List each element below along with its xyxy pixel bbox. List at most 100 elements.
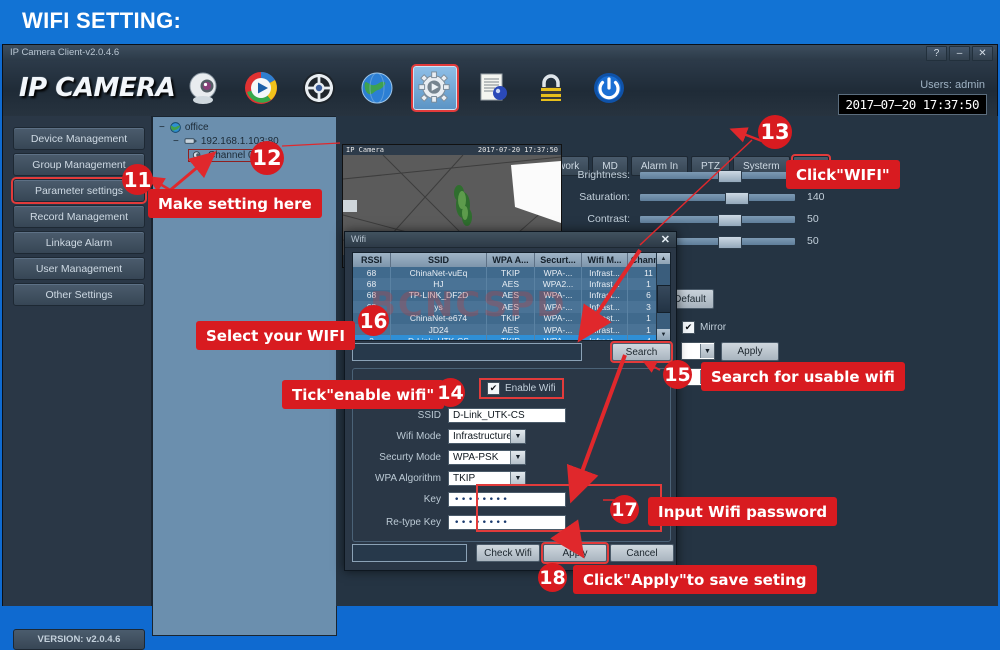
cell-ssid: HJ bbox=[391, 278, 487, 290]
table-row[interactable]: 68 ys AES WPA-... Infrast... 3 bbox=[353, 301, 670, 313]
wifi-table-scrollbar[interactable]: ▲ ▼ bbox=[656, 253, 670, 340]
badge-17: 17 bbox=[610, 495, 639, 524]
wpa-algorithm-select[interactable]: TKIP ▼ bbox=[448, 471, 526, 486]
ssid-input[interactable]: D-Link_UTK-CS bbox=[448, 408, 566, 423]
video-timestamp: 2017-07-20 17:37:50 bbox=[477, 146, 558, 154]
table-row-selected[interactable]: 2 D-Link_UTK-CS TKIP WPA-... Infrast... … bbox=[353, 335, 670, 340]
table-row[interactable]: 68 ChinaNet-vuEq TKIP WPA-... Infrast...… bbox=[353, 267, 670, 279]
color-select-1[interactable]: ▼ bbox=[681, 342, 715, 360]
sidebar-item-linkage-alarm[interactable]: Linkage Alarm bbox=[13, 231, 145, 254]
scrollbar-thumb[interactable] bbox=[657, 285, 670, 313]
security-mode-select[interactable]: WPA-PSK ▼ bbox=[448, 450, 526, 465]
apply-button-1[interactable]: Apply bbox=[721, 342, 779, 361]
saturation-label: Saturation: bbox=[579, 191, 630, 203]
enable-wifi-checkbox[interactable]: ✔ bbox=[487, 382, 500, 395]
globe-network-icon[interactable] bbox=[355, 66, 399, 110]
power-icon[interactable] bbox=[587, 66, 631, 110]
col-wpa: WPA A... bbox=[487, 253, 535, 267]
wifi-cancel-button[interactable]: Cancel bbox=[610, 544, 674, 562]
tree-node-office[interactable]: − office bbox=[159, 122, 209, 133]
wpa-algorithm-label: WPA Algorithm bbox=[375, 473, 441, 484]
tree-node-office-label: office bbox=[184, 122, 209, 133]
cell-security: WPA-... bbox=[535, 301, 582, 313]
minimize-button[interactable]: – bbox=[949, 46, 970, 61]
page-banner: WIFI SETTING: bbox=[0, 0, 1000, 44]
wifi-mode-select[interactable]: Infrastructure ▼ bbox=[448, 429, 526, 444]
playback-icon[interactable] bbox=[239, 66, 283, 110]
sidebar-item-user-management[interactable]: User Management bbox=[13, 257, 145, 280]
callout-click-apply-save: Click"Apply"to save seting bbox=[573, 565, 817, 594]
badge-16: 16 bbox=[358, 305, 389, 336]
contrast-slider[interactable] bbox=[640, 213, 795, 227]
wifi-search-row: Search bbox=[352, 341, 673, 363]
check-wifi-button[interactable]: Check Wifi bbox=[476, 544, 540, 562]
table-row[interactable]: 7 JD24 AES WPA-... Infrast... 1 bbox=[353, 323, 670, 336]
cell-rssi: 2 bbox=[353, 335, 391, 340]
contrast-row: Contrast: 50 bbox=[556, 213, 835, 227]
mirror-checkbox-row[interactable]: ✔ Mirror bbox=[682, 321, 726, 334]
cell-security: WPA2... bbox=[535, 278, 582, 290]
expand-collapse-icon[interactable]: − bbox=[159, 122, 165, 133]
key-label: Key bbox=[423, 494, 441, 505]
scroll-up-icon[interactable]: ▲ bbox=[657, 253, 670, 264]
ptz-wheel-icon[interactable] bbox=[297, 66, 341, 110]
table-row[interactable]: 68 TP-LINK_DF2D AES WPA-... Infrast... 6 bbox=[353, 289, 670, 302]
sidebar-item-device-management[interactable]: Device Management bbox=[13, 127, 145, 150]
badge-14: 14 bbox=[436, 378, 465, 407]
wifi-status-input[interactable] bbox=[352, 343, 582, 361]
wifi-apply-button[interactable]: Apply bbox=[541, 542, 609, 564]
retype-key-input[interactable]: •••••••• bbox=[448, 515, 566, 530]
mirror-checkbox[interactable]: ✔ bbox=[682, 321, 695, 334]
wifi-mode-row: Wifi Mode Infrastructure ▼ bbox=[353, 428, 526, 445]
brightness-thumb[interactable] bbox=[717, 169, 742, 183]
wifi-dialog-close-icon[interactable]: ✕ bbox=[661, 233, 670, 246]
help-button[interactable]: ? bbox=[926, 46, 947, 61]
brightness-slider[interactable] bbox=[640, 169, 795, 183]
wifi-footer-input[interactable] bbox=[352, 544, 467, 562]
search-button[interactable]: Search bbox=[610, 341, 673, 363]
cell-rssi: 68 bbox=[353, 278, 391, 290]
callout-select-your-wifi: Select your WIFI bbox=[196, 321, 355, 350]
badge-13: 13 bbox=[758, 115, 792, 149]
wifi-mode-value: Infrastructure bbox=[453, 431, 512, 442]
wifi-mode-label: Wifi Mode bbox=[396, 431, 441, 442]
chevron-down-icon[interactable]: ▼ bbox=[700, 344, 714, 358]
security-mode-label: Securty Mode bbox=[379, 452, 441, 463]
close-button[interactable]: ✕ bbox=[972, 46, 993, 61]
video-channel-label: IP Camera bbox=[346, 146, 384, 154]
lock-icon[interactable] bbox=[529, 66, 573, 110]
callout-make-setting-here: Make setting here bbox=[148, 189, 322, 218]
saturation-slider[interactable] bbox=[640, 191, 795, 205]
cell-security: WPA-... bbox=[535, 323, 582, 336]
chevron-down-icon[interactable]: ▼ bbox=[510, 430, 525, 443]
retype-key-label: Re-type Key bbox=[385, 517, 441, 528]
key-input[interactable]: •••••••• bbox=[448, 492, 566, 507]
saturation-row: Saturation: 140 bbox=[556, 191, 835, 205]
cell-security: WPA-... bbox=[535, 289, 582, 302]
chevron-down-icon[interactable]: ▼ bbox=[510, 472, 525, 485]
callout-click-wifi: Click"WIFI" bbox=[786, 160, 900, 189]
ssid-row: SSID D-Link_UTK-CS bbox=[353, 407, 566, 424]
expand-collapse-icon[interactable]: − bbox=[173, 136, 179, 147]
gear-settings-icon[interactable] bbox=[411, 64, 459, 112]
enable-wifi-row[interactable]: ✔ Enable Wifi bbox=[479, 378, 564, 399]
scroll-down-icon[interactable]: ▼ bbox=[657, 329, 670, 340]
wpa-algorithm-row: WPA Algorithm TKIP ▼ bbox=[353, 470, 526, 487]
cell-ssid: ChinaNet-e674 bbox=[391, 312, 487, 324]
camera-icon[interactable] bbox=[181, 66, 225, 110]
wifi-table-header: RSSI SSID WPA A... Securt... Wifi M... C… bbox=[353, 253, 670, 267]
sidebar-item-other-settings[interactable]: Other Settings bbox=[13, 283, 145, 306]
cell-wpa: TKIP bbox=[487, 335, 535, 340]
table-row[interactable]: 5 ChinaNet-e674 TKIP WPA-... Infrast... … bbox=[353, 312, 670, 324]
saturation-thumb[interactable] bbox=[725, 191, 750, 205]
sidebar-item-record-management[interactable]: Record Management bbox=[13, 205, 145, 228]
hue-thumb[interactable] bbox=[717, 235, 742, 249]
cell-rssi: 68 bbox=[353, 289, 391, 302]
chevron-down-icon[interactable]: ▼ bbox=[510, 451, 525, 464]
table-row[interactable]: 68 HJ AES WPA2... Infrast... 1 bbox=[353, 278, 670, 290]
contrast-thumb[interactable] bbox=[717, 213, 742, 227]
toolbar-icon-row bbox=[181, 64, 631, 112]
contrast-label: Contrast: bbox=[587, 213, 630, 225]
cell-mode: Infrast... bbox=[582, 278, 628, 290]
log-document-icon[interactable] bbox=[471, 66, 515, 110]
